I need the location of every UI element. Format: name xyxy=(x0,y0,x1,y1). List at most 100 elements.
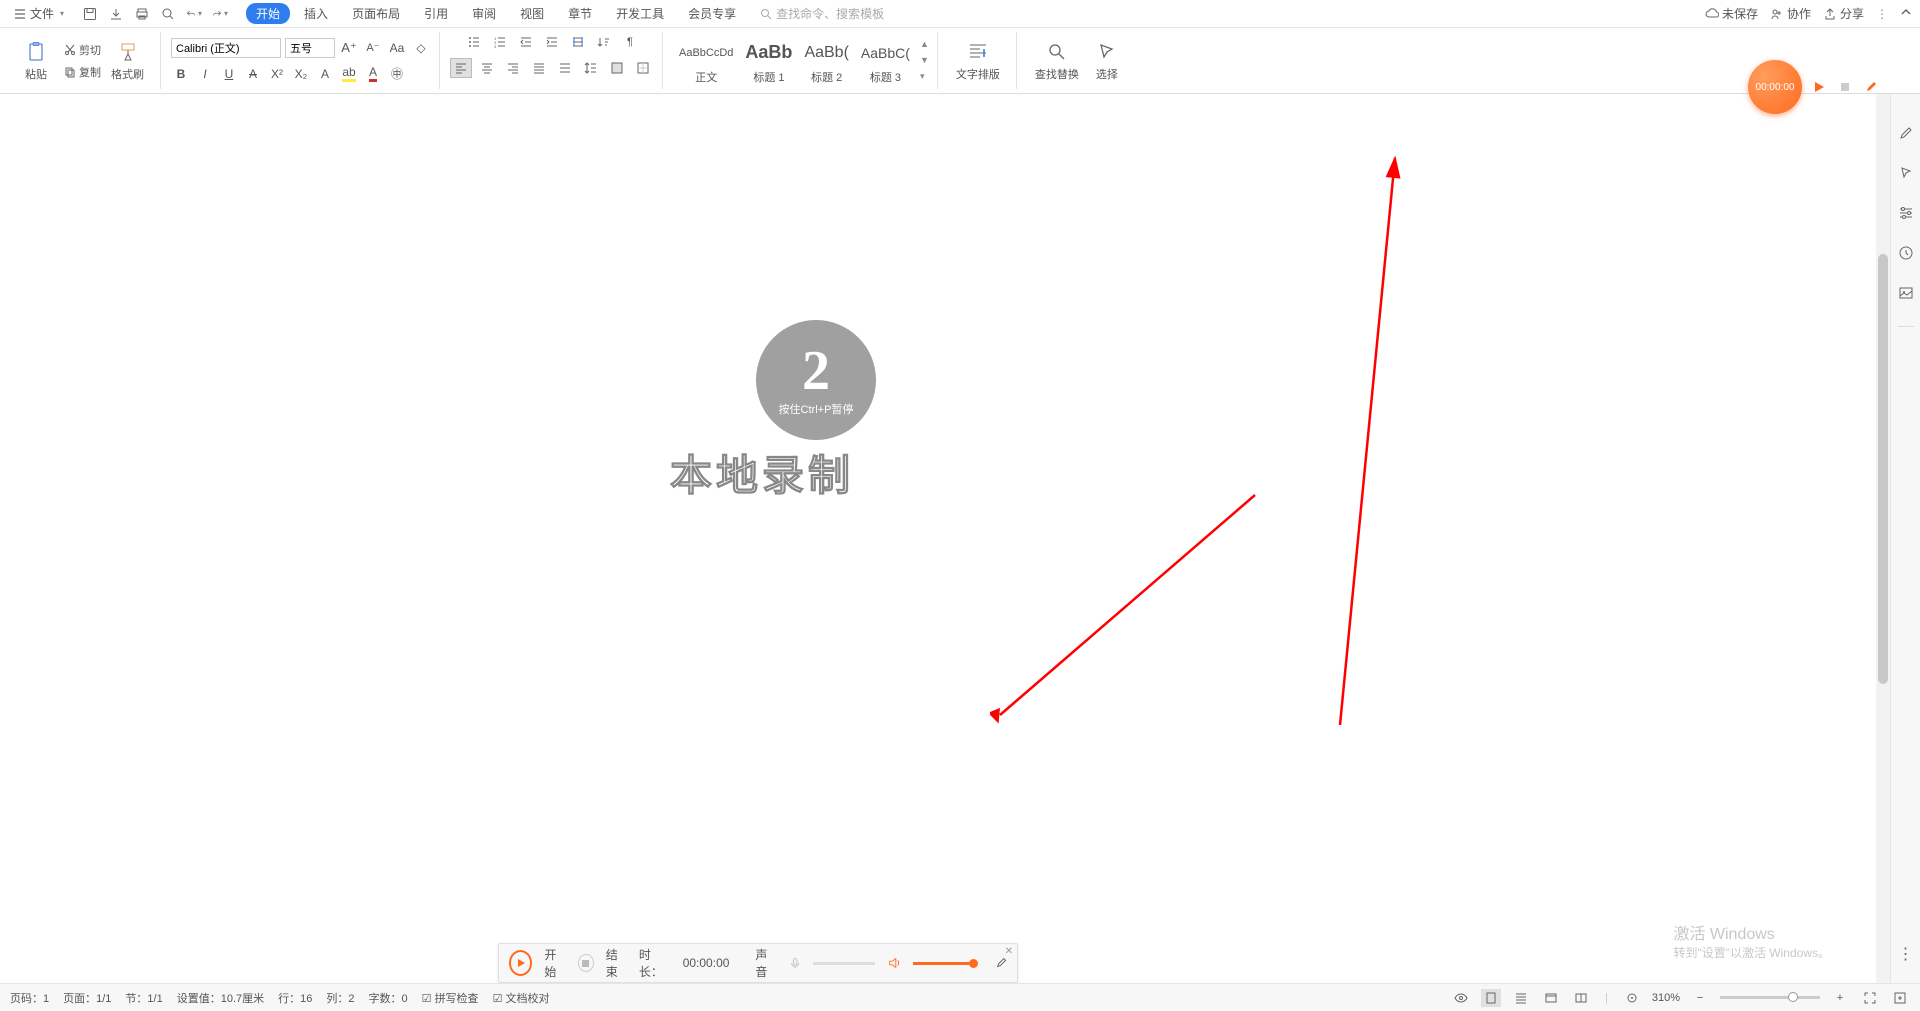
align-center-button[interactable] xyxy=(476,58,498,78)
font-name-combo[interactable] xyxy=(171,38,281,58)
document-canvas[interactable] xyxy=(0,94,1890,983)
recorder-timer[interactable]: 00:00:00 xyxy=(1748,60,1802,114)
print-icon[interactable] xyxy=(134,6,150,22)
status-col[interactable]: 列：2 xyxy=(326,990,354,1006)
status-proof[interactable]: ☑ 文档校对 xyxy=(493,990,550,1006)
text-effects-button[interactable]: A xyxy=(315,64,335,84)
eye-icon[interactable] xyxy=(1451,989,1471,1007)
status-pages[interactable]: 页面：1/1 xyxy=(63,990,111,1006)
styles-scroll-up-icon[interactable]: ▲ xyxy=(920,39,929,49)
style-heading3[interactable]: AaBbC(标题 3 xyxy=(855,35,916,87)
export-icon[interactable] xyxy=(108,6,124,22)
increase-font-icon[interactable]: A⁺ xyxy=(339,38,359,58)
tab-stops-button[interactable] xyxy=(567,32,589,52)
view-outline-icon[interactable] xyxy=(1511,989,1531,1007)
underline-button[interactable]: U xyxy=(219,64,239,84)
recorder-edit-icon[interactable] xyxy=(1862,78,1880,96)
tab-references[interactable]: 引用 xyxy=(414,2,458,25)
pencil-icon[interactable] xyxy=(1897,124,1915,142)
align-justify-button[interactable] xyxy=(528,58,550,78)
shading-button[interactable] xyxy=(606,58,628,78)
view-page-icon[interactable] xyxy=(1481,989,1501,1007)
zoom-out-icon[interactable]: − xyxy=(1690,989,1710,1007)
phonetic-button[interactable]: ㊥ xyxy=(387,64,407,84)
history-icon[interactable] xyxy=(1897,244,1915,262)
undo-icon[interactable]: ▾ xyxy=(186,6,202,22)
recorder-bar-play-button[interactable] xyxy=(509,950,532,976)
zoom-fit-icon[interactable] xyxy=(1622,989,1642,1007)
change-case-icon[interactable]: Aa xyxy=(387,38,407,58)
decrease-indent-button[interactable] xyxy=(515,32,537,52)
cursor-icon[interactable] xyxy=(1897,164,1915,182)
share-button[interactable]: 分享 xyxy=(1823,5,1864,22)
borders-button[interactable] xyxy=(632,58,654,78)
tab-sections[interactable]: 章节 xyxy=(558,2,602,25)
slider-knob[interactable] xyxy=(969,959,978,968)
format-painter-button[interactable]: 格式刷 xyxy=(103,36,152,86)
align-right-button[interactable] xyxy=(502,58,524,78)
recorder-bar-close-icon[interactable]: ✕ xyxy=(1005,946,1013,957)
style-heading2[interactable]: AaBb(标题 2 xyxy=(798,35,854,87)
sort-button[interactable] xyxy=(593,32,615,52)
style-heading1[interactable]: AaBb标题 1 xyxy=(739,35,798,87)
file-menu[interactable]: 文件 ▾ xyxy=(8,3,70,24)
collapse-ribbon-icon[interactable] xyxy=(1900,6,1912,21)
find-replace-button[interactable]: 查找替换 xyxy=(1027,36,1087,86)
more-icon[interactable]: ⋮ xyxy=(1897,945,1915,963)
vertical-scrollbar[interactable] xyxy=(1876,94,1890,983)
distribute-button[interactable] xyxy=(554,58,576,78)
tab-start[interactable]: 开始 xyxy=(246,3,290,24)
show-marks-button[interactable]: ¶ xyxy=(619,32,641,52)
status-page-num[interactable]: 页码：1 xyxy=(10,990,49,1006)
decrease-font-icon[interactable]: A⁻ xyxy=(363,38,383,58)
status-line[interactable]: 行：16 xyxy=(278,990,312,1006)
status-section[interactable]: 节：1/1 xyxy=(125,990,162,1006)
gallery-icon[interactable] xyxy=(1897,284,1915,302)
line-spacing-button[interactable] xyxy=(580,58,602,78)
speaker-volume-slider[interactable] xyxy=(913,962,975,965)
recorder-bar-stop-button[interactable] xyxy=(578,954,594,972)
recorder-play-icon[interactable] xyxy=(1810,78,1828,96)
view-read-icon[interactable] xyxy=(1571,989,1591,1007)
mic-icon[interactable] xyxy=(789,956,801,970)
font-size-combo[interactable] xyxy=(285,38,335,58)
view-web-icon[interactable] xyxy=(1541,989,1561,1007)
numbering-button[interactable]: 123 xyxy=(489,32,511,52)
increase-indent-button[interactable] xyxy=(541,32,563,52)
cut-button[interactable]: 剪切 xyxy=(62,41,103,59)
status-position[interactable]: 设置值：10.7厘米 xyxy=(177,990,264,1006)
unsaved-indicator[interactable]: 未保存 xyxy=(1705,5,1758,22)
styles-scroll-down-icon[interactable]: ▼ xyxy=(920,55,929,65)
recorder-bar-edit-icon[interactable] xyxy=(995,956,1007,970)
command-search[interactable]: 查找命令、搜索模板 xyxy=(760,5,884,22)
subscript-button[interactable]: X₂ xyxy=(291,64,311,84)
zoom-knob[interactable] xyxy=(1788,992,1798,1002)
highlight-button[interactable]: ab xyxy=(339,64,359,84)
fullscreen-icon[interactable] xyxy=(1860,989,1880,1007)
select-button[interactable]: 选择 xyxy=(1087,36,1127,86)
tab-insert[interactable]: 插入 xyxy=(294,2,338,25)
tab-member[interactable]: 会员专享 xyxy=(678,2,746,25)
bold-button[interactable]: B xyxy=(171,64,191,84)
superscript-button[interactable]: X² xyxy=(267,64,287,84)
zoom-in-icon[interactable]: + xyxy=(1830,989,1850,1007)
tab-view[interactable]: 视图 xyxy=(510,2,554,25)
paste-button[interactable]: 粘贴 xyxy=(16,36,56,86)
strike-button[interactable]: A xyxy=(243,64,263,84)
text-layout-button[interactable]: 文字排版 xyxy=(948,36,1008,86)
tab-developer[interactable]: 开发工具 xyxy=(606,2,674,25)
style-normal[interactable]: AaBbCcDd正文 xyxy=(673,35,739,87)
status-chars[interactable]: 字数：0 xyxy=(369,990,408,1006)
zoom-value[interactable]: 310% xyxy=(1652,992,1680,1004)
styles-expand-icon[interactable]: ▾ xyxy=(920,71,929,82)
redo-icon[interactable]: ▾ xyxy=(212,6,228,22)
scroll-thumb[interactable] xyxy=(1878,254,1888,684)
status-spellcheck[interactable]: ☑ 拼写检查 xyxy=(422,990,479,1006)
tab-page-layout[interactable]: 页面布局 xyxy=(342,2,410,25)
bullets-button[interactable] xyxy=(463,32,485,52)
best-fit-icon[interactable] xyxy=(1890,989,1910,1007)
italic-button[interactable]: I xyxy=(195,64,215,84)
copy-button[interactable]: 复制 xyxy=(62,63,103,81)
speaker-icon[interactable] xyxy=(887,955,901,971)
collaborate-button[interactable]: 协作 xyxy=(1770,5,1811,22)
